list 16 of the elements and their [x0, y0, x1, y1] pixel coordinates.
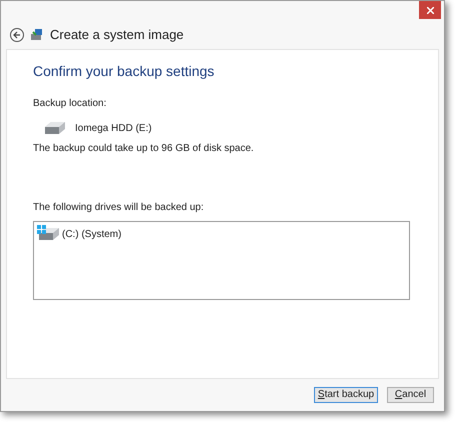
back-button[interactable] — [10, 28, 24, 42]
drives-label: The following drives will be backed up: — [33, 201, 205, 215]
hard-drive-icon — [43, 119, 67, 137]
backup-icon — [30, 28, 44, 42]
start-backup-button[interactable]: Start backup — [314, 387, 378, 403]
close-button[interactable] — [419, 1, 441, 19]
close-icon — [426, 6, 434, 14]
location-label: Backup location: — [33, 97, 108, 111]
window-title: Create a system image — [50, 26, 184, 44]
space-note: The backup could take up to 96 GB of disk space. — [33, 142, 255, 156]
system-drive-icon — [37, 225, 61, 243]
cancel-button[interactable]: Cancel — [387, 387, 434, 403]
page-heading: Confirm your backup settings — [33, 62, 216, 81]
drive-item[interactable]: (C:) (System) — [62, 226, 122, 242]
back-arrow-icon — [13, 31, 21, 39]
backup-location: Iomega HDD (E:) — [75, 122, 152, 136]
